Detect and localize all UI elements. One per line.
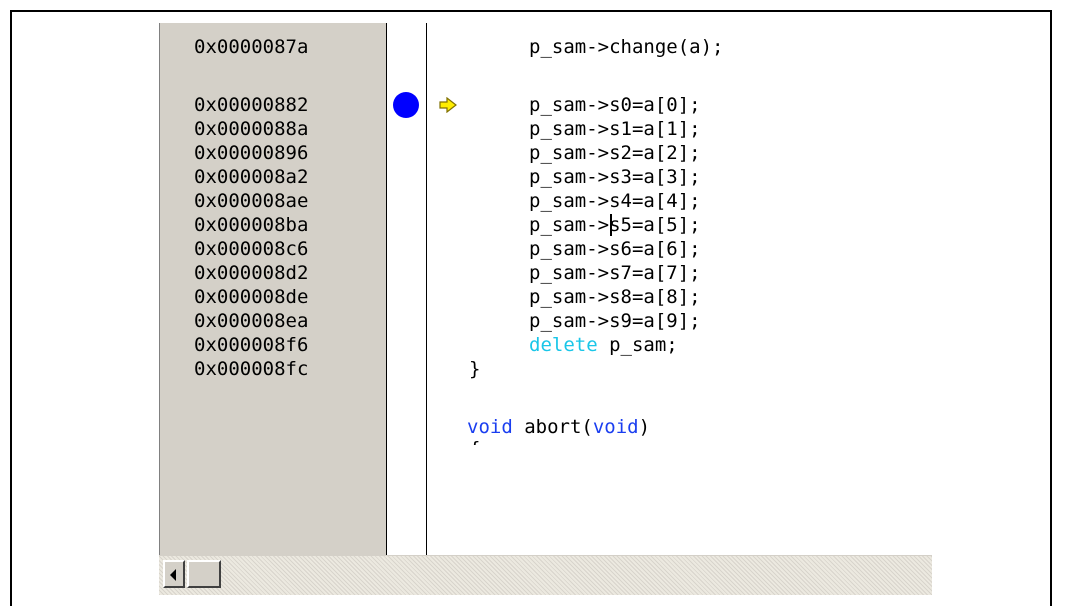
code-line-function-signature: void abort(void) [467, 415, 650, 439]
address-line: 0x0000088a [194, 118, 309, 140]
delete-operand: p_sam; [597, 334, 678, 356]
address-line: 0x000008d2 [194, 262, 309, 284]
address-line: 0x0000087a [194, 36, 309, 58]
horizontal-scrollbar[interactable] [159, 555, 932, 595]
scroll-thumb[interactable] [187, 560, 221, 588]
address-line: 0x00000896 [194, 142, 309, 164]
address-column: 0x0000087a 0x00000882 0x0000088a 0x00000… [159, 23, 387, 555]
code-line: p_sam->s3=a[3]; [529, 166, 701, 188]
address-line: 0x000008de [194, 286, 309, 308]
code-line: p_sam->s9=a[9]; [529, 310, 701, 332]
code-line: p_sam->s2=a[2]; [529, 142, 701, 164]
void-keyword: void [467, 416, 513, 438]
breakpoint-icon[interactable] [393, 92, 419, 118]
address-line: 0x000008ae [194, 190, 309, 212]
address-line: 0x000008c6 [194, 238, 309, 260]
code-line: p_sam->s1=a[1]; [529, 118, 701, 140]
close-paren: ) [638, 416, 651, 438]
scroll-left-button[interactable] [163, 560, 185, 588]
code-line: p_sam->s0=a[0]; [529, 94, 701, 116]
address-line: 0x00000882 [194, 94, 309, 116]
code-line: p_sam->s4=a[4]; [529, 190, 701, 212]
function-name: abort( [512, 416, 593, 438]
code-line: p_sam->s6=a[6]; [529, 238, 701, 260]
code-line-delete: delete p_sam; [529, 333, 678, 357]
address-line: 0x000008a2 [194, 166, 309, 188]
address-line: 0x000008f6 [194, 334, 309, 356]
address-line: 0x000008ba [194, 214, 309, 236]
delete-keyword: delete [529, 334, 598, 356]
address-line: 0x000008fc [194, 358, 309, 380]
current-line-arrow-icon [439, 97, 457, 113]
void-keyword: void [592, 416, 639, 438]
program-counter-column[interactable] [427, 23, 467, 555]
breakpoint-column[interactable] [387, 23, 427, 555]
open-brace-partial: { [469, 437, 480, 445]
text-cursor [610, 214, 612, 236]
closing-brace: } [469, 358, 481, 380]
code-line: p_sam->s7=a[7]; [529, 262, 701, 284]
code-line: p_sam->s5=a[5]; [529, 214, 701, 236]
code-line: p_sam->change(a); [529, 36, 724, 58]
code-line: p_sam->s8=a[8]; [529, 286, 701, 308]
address-line: 0x000008ea [194, 310, 309, 332]
source-editor[interactable]: 0x0000087a 0x00000882 0x0000088a 0x00000… [159, 23, 932, 595]
source-code-pane[interactable]: p_sam->change(a); p_sam->s0=a[0]; p_sam-… [467, 23, 932, 555]
